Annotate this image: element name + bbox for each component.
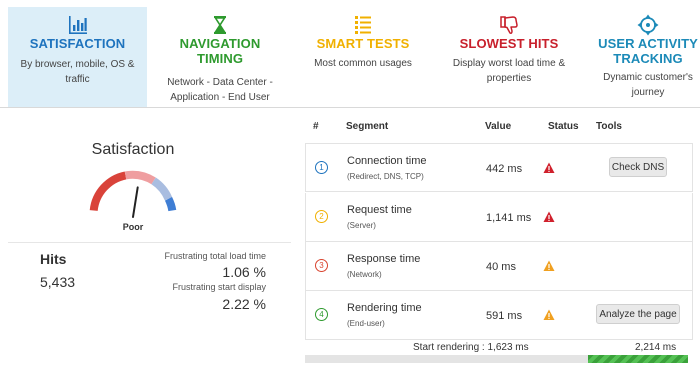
satisfaction-gauge — [89, 170, 177, 218]
rendering-timeline — [305, 355, 688, 363]
column-header-segment: Segment — [346, 121, 389, 132]
gauge-blue-segment — [164, 196, 177, 212]
gauge-red-segment — [89, 171, 127, 212]
analyze-page-button[interactable]: Analyze the page — [596, 304, 680, 324]
segment-name: Connection time — [347, 155, 427, 167]
segment-value: 442 ms — [486, 163, 523, 175]
crosshair-icon — [637, 14, 659, 36]
segment-value: 1,141 ms — [486, 212, 532, 224]
checklist-icon — [355, 16, 371, 34]
tab-title: SATISFACTION — [29, 36, 126, 51]
tab-description: Most common usages — [314, 58, 412, 69]
column-header-status: Status — [548, 121, 579, 132]
segment-name: Response time — [347, 253, 421, 265]
bar-chart-icon — [68, 16, 87, 34]
row-number: 2 — [315, 210, 328, 223]
gauge-light-blue-segment — [151, 177, 173, 201]
segment-name: Rendering time — [347, 302, 422, 314]
tab-description: Network - Data Center - Application - En… — [167, 77, 273, 103]
warning-icon — [543, 309, 555, 320]
tab-title: USER ACTIVITY TRACKING — [598, 36, 698, 66]
gauge-needle — [132, 186, 139, 218]
tab-title: SLOWEST HITS — [459, 36, 559, 51]
tab-description: Display worst load time & properties — [452, 58, 566, 84]
row-number: 3 — [315, 259, 328, 272]
gauge-label: Poor — [122, 222, 144, 232]
table-row: 3 Response time (Network) 40 ms — [305, 242, 693, 291]
hits-label: Hits — [40, 251, 67, 267]
tab-title: NAVIGATION TIMING — [179, 36, 261, 66]
start-rendering-label: Start rendering : 1,623 ms — [413, 342, 529, 353]
satisfaction-title: Satisfaction — [91, 141, 175, 158]
column-header-num: # — [313, 121, 319, 132]
feature-tabs: SATISFACTION By browser, mobile, OS & tr… — [0, 0, 700, 108]
frustrating-load-label: Frustrating total load time — [164, 251, 266, 261]
tab-description: Dynamic customer's journey — [603, 72, 693, 98]
tab-user-activity-tracking[interactable]: USER ACTIVITY TRACKING Dynamic customer'… — [590, 7, 700, 107]
warning-icon — [543, 260, 555, 271]
hourglass-icon — [214, 16, 226, 34]
table-row: 4 Rendering time (End-user) 591 ms Analy… — [305, 291, 693, 340]
critical-alert-icon — [543, 162, 555, 173]
column-header-value: Value — [485, 121, 512, 132]
divider — [8, 242, 291, 243]
gauge-pink-segment — [124, 170, 156, 185]
frustrating-start-value: 2.22 % — [222, 296, 266, 312]
segment-value: 591 ms — [486, 310, 523, 322]
table-row: 1 Connection time (Redirect, DNS, TCP) 4… — [305, 143, 693, 192]
tab-satisfaction[interactable]: SATISFACTION By browser, mobile, OS & tr… — [8, 7, 147, 107]
tab-slowest-hits[interactable]: SLOWEST HITS Display worst load time & p… — [440, 7, 578, 107]
timeline-fill — [588, 355, 688, 363]
segment-detail: (End-user) — [347, 319, 385, 328]
thumbs-down-icon — [500, 16, 518, 34]
tab-description: By browser, mobile, OS & traffic — [20, 59, 135, 85]
segment-detail: (Redirect, DNS, TCP) — [347, 172, 424, 181]
frustrating-load-value: 1.06 % — [222, 264, 266, 280]
segment-detail: (Network) — [347, 270, 382, 279]
critical-alert-icon — [543, 211, 555, 222]
column-header-tools: Tools — [596, 121, 622, 132]
row-number: 4 — [315, 308, 328, 321]
row-number: 1 — [315, 161, 328, 174]
table-row: 2 Request time (Server) 1,141 ms — [305, 193, 693, 242]
segment-name: Request time — [347, 204, 412, 216]
segment-value: 40 ms — [486, 261, 516, 273]
check-dns-button[interactable]: Check DNS — [609, 157, 667, 177]
tab-navigation-timing[interactable]: NAVIGATION TIMING Network - Data Center … — [157, 7, 283, 107]
tab-smart-tests[interactable]: SMART TESTS Most common usages — [296, 7, 430, 107]
total-time-label: 2,214 ms — [635, 342, 677, 353]
frustrating-start-label: Frustrating start display — [172, 282, 266, 292]
segment-detail: (Server) — [347, 221, 376, 230]
tab-title: SMART TESTS — [316, 36, 410, 51]
hits-value: 5,433 — [40, 274, 76, 290]
